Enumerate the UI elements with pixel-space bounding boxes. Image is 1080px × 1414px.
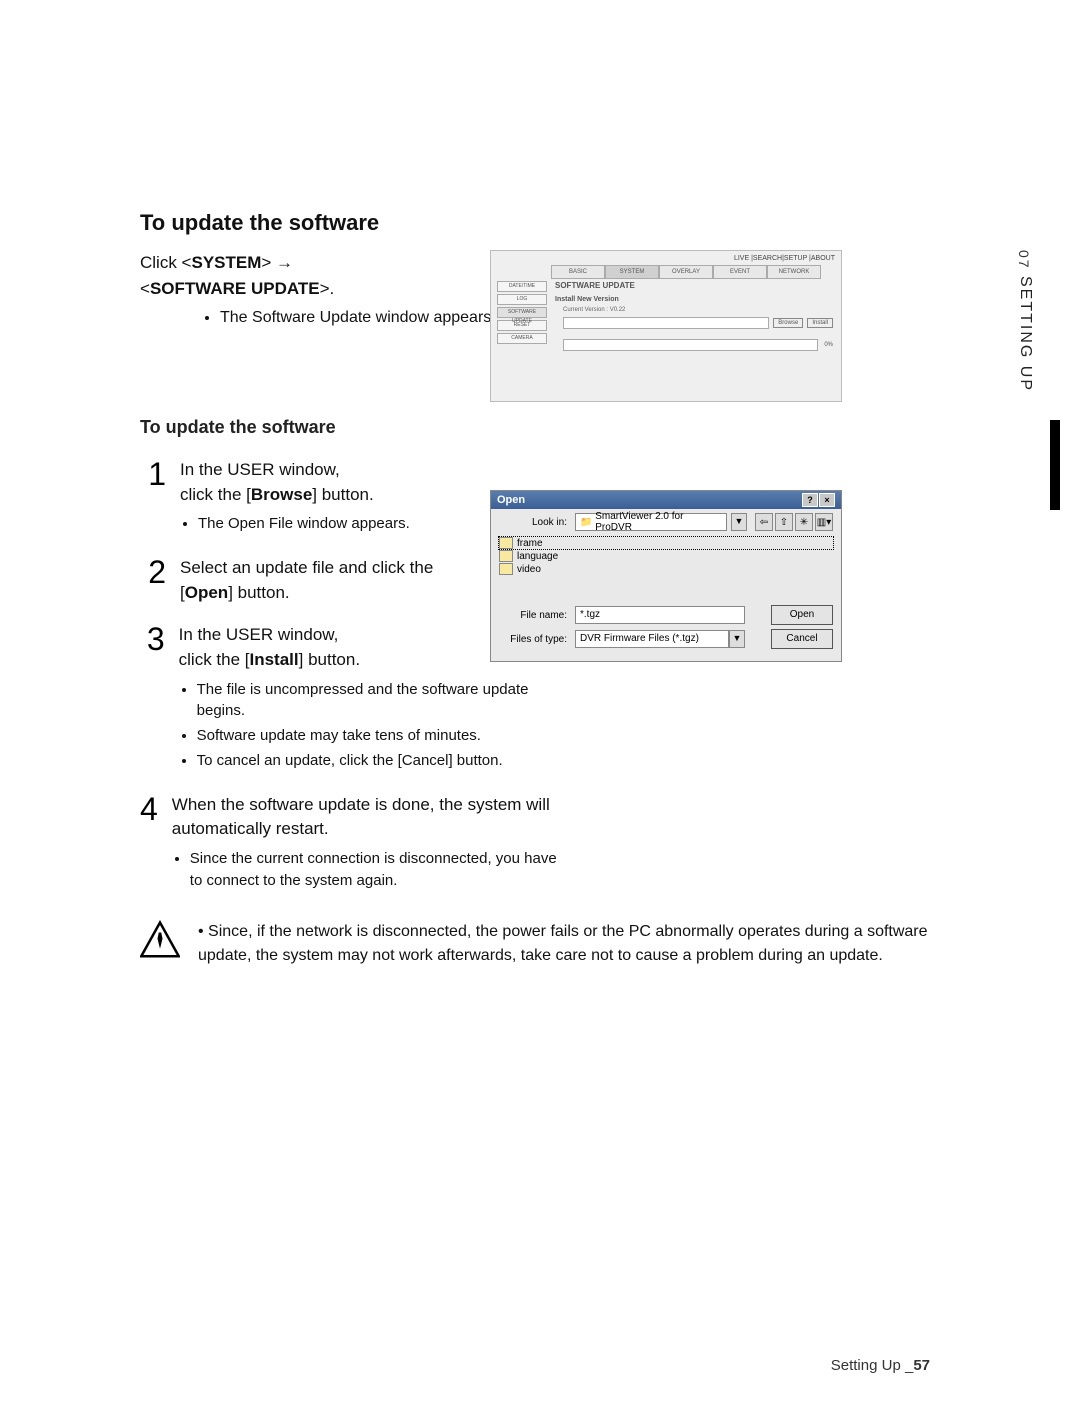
intro-arrow: > → [261, 253, 293, 272]
sc1-body: SOFTWARE UPDATE Install New Version Curr… [555, 281, 833, 351]
warning-text-content: Since, if the network is disconnected, t… [198, 923, 928, 964]
step-bullet: To cancel an update, click the [Cancel] … [197, 750, 560, 772]
file-list[interactable]: frame language video [499, 537, 833, 597]
up-icon[interactable]: ⇧ [775, 513, 793, 531]
step-number: 2 [140, 556, 166, 605]
side-software-update[interactable]: SOFTWARE UPDATE [497, 307, 547, 318]
lookin-label: Look in: [499, 517, 567, 528]
sc1-tabs: BASIC SYSTEM OVERLAY EVENT NETWORK [551, 265, 841, 279]
warning-icon [140, 920, 180, 968]
step-bullet: Software update may take tens of minutes… [197, 725, 560, 747]
screenshot-software-update: LIVE |SEARCH|SETUP |ABOUT BASIC SYSTEM O… [490, 250, 842, 402]
step-keyword: Open [185, 583, 228, 602]
chapter-number: 07 [1016, 250, 1032, 270]
page-footer: Setting Up _57 [831, 1357, 930, 1374]
view-menu-icon[interactable]: ▥▾ [815, 513, 833, 531]
filetype-select[interactable]: DVR Firmware Files (*.tgz) ▼ [575, 630, 745, 648]
intro-prefix: Click < [140, 253, 191, 272]
sc1-sidebar: DATE/TIME LOG SOFTWARE UPDATE RESET CAME… [497, 281, 547, 346]
folder-icon: 📁 [580, 517, 592, 528]
sc1-topnav: LIVE |SEARCH|SETUP |ABOUT [734, 255, 835, 262]
step-text: click the [ [179, 650, 250, 669]
dialog-nav-icons: ⇦ ⇧ ✳ ▥▾ [755, 513, 833, 531]
page-number: 57 [913, 1357, 930, 1374]
step-4: 4 When the software update is done, the … [140, 793, 560, 895]
step-bullet: Since the current connection is disconne… [190, 848, 560, 892]
step-text: click the [ [180, 485, 251, 504]
subsection-title: To update the software [140, 417, 1000, 438]
step-text: ] button. [312, 485, 373, 504]
warning-text: • Since, if the network is disconnected,… [198, 920, 960, 968]
filename-field[interactable]: *.tgz [575, 606, 745, 624]
folder-icon [499, 537, 513, 549]
screenshot-open-dialog: Open ?× Look in: 📁 SmartViewer 2.0 for P… [490, 490, 842, 662]
section-title: To update the software [140, 210, 1000, 236]
lookin-combo[interactable]: 📁 SmartViewer 2.0 for ProDVR ▼ [575, 513, 747, 531]
lookin-value: SmartViewer 2.0 for ProDVR [595, 511, 722, 533]
step-number: 3 [140, 623, 165, 774]
step-bullet: The file is uncompressed and the softwar… [197, 679, 560, 723]
step-bullet: The Open File window appears. [198, 513, 410, 535]
warning-block: • Since, if the network is disconnected,… [140, 920, 960, 968]
list-item: frame [499, 537, 833, 549]
filetype-value: DVR Firmware Files (*.tgz) [575, 630, 729, 648]
folder-icon [499, 550, 513, 562]
help-icon[interactable]: ? [802, 493, 818, 507]
tab-basic[interactable]: BASIC [551, 265, 605, 279]
chevron-down-icon[interactable]: ▼ [731, 513, 747, 531]
step-number: 1 [140, 458, 166, 538]
sc1-version: Current Version : V0.22 [563, 307, 833, 313]
tab-system[interactable]: SYSTEM [605, 265, 659, 279]
intro-swupdate: SOFTWARE UPDATE [150, 279, 320, 298]
step-text: When the software update is done, the sy… [172, 795, 550, 839]
step-text: In the USER window, [180, 460, 340, 479]
intro-close: >. [320, 279, 335, 298]
step-text: ] button. [228, 583, 289, 602]
open-button[interactable]: Open [771, 605, 833, 625]
side-log[interactable]: LOG [497, 294, 547, 305]
folder-icon [499, 563, 513, 575]
close-icon[interactable]: × [819, 493, 835, 507]
sc1-path-field[interactable] [563, 317, 769, 329]
dialog-titlebar: Open ?× [491, 491, 841, 509]
new-folder-icon[interactable]: ✳ [795, 513, 813, 531]
chevron-down-icon[interactable]: ▼ [729, 630, 745, 648]
list-item: video [499, 563, 833, 575]
progress-percent: 0% [824, 342, 833, 348]
step-text: In the USER window, [179, 625, 339, 644]
window-buttons: ?× [801, 493, 835, 507]
footer-section: Setting Up _ [831, 1357, 914, 1374]
step-number: 4 [140, 793, 158, 895]
intro-system: SYSTEM [191, 253, 261, 272]
chapter-side-tab: 07 SETTING UP [1016, 250, 1040, 440]
thumb-index-bar [1050, 420, 1060, 510]
side-datetime[interactable]: DATE/TIME [497, 281, 547, 292]
intro-open: < [140, 279, 150, 298]
chapter-label: SETTING UP [1016, 276, 1034, 392]
tab-overlay[interactable]: OVERLAY [659, 265, 713, 279]
tab-network[interactable]: NETWORK [767, 265, 821, 279]
filetype-label: Files of type: [499, 634, 567, 645]
filename-label: File name: [499, 610, 567, 621]
side-reset[interactable]: RESET [497, 320, 547, 331]
list-item: language [499, 550, 833, 562]
step-text: Select an update file and click the [180, 558, 433, 577]
progress-bar [563, 339, 818, 351]
sc1-heading: SOFTWARE UPDATE [555, 281, 833, 290]
side-camera[interactable]: CAMERA [497, 333, 547, 344]
tab-event[interactable]: EVENT [713, 265, 767, 279]
install-button[interactable]: Install [807, 318, 833, 328]
step-keyword: Browse [251, 485, 312, 504]
sc1-subheading: Install New Version [555, 296, 833, 303]
step-keyword: Install [250, 650, 299, 669]
browse-button[interactable]: Browse [773, 318, 803, 328]
back-icon[interactable]: ⇦ [755, 513, 773, 531]
step-text: ] button. [299, 650, 360, 669]
dialog-title: Open [497, 494, 525, 506]
cancel-button[interactable]: Cancel [771, 629, 833, 649]
